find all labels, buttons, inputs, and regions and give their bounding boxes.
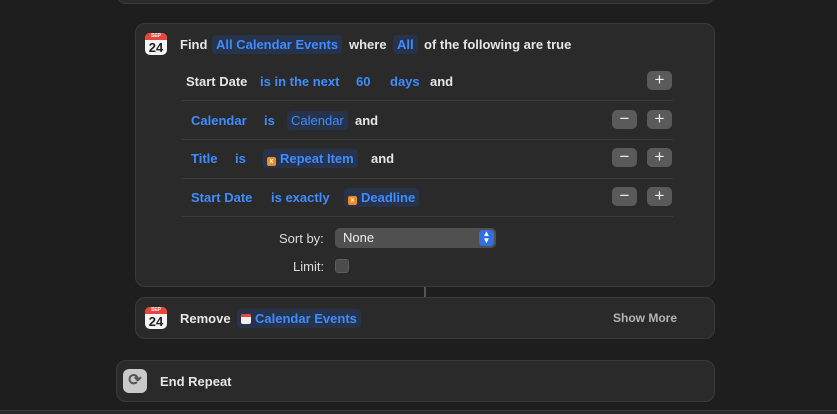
condition-1-joiner: and <box>430 74 454 89</box>
calendar-icon-month: SEP <box>145 33 167 40</box>
end-repeat-label: End Repeat <box>160 374 232 389</box>
limit-checkbox[interactable] <box>335 259 349 273</box>
condition-2-value[interactable]: Calendar <box>287 111 348 130</box>
limit-label: Limit: <box>293 259 325 274</box>
variable-icon: x <box>267 157 276 166</box>
repeat-icon: ⟳ <box>123 369 147 393</box>
match-mode-token[interactable]: All <box>393 35 418 54</box>
condition-2-joiner: and <box>355 113 379 128</box>
condition-2-field[interactable]: Calendar <box>187 111 251 130</box>
remove-target-token[interactable]: Calendar Events <box>237 309 361 328</box>
condition-3-value-text: Repeat Item <box>280 151 354 166</box>
condition-4-remove-button[interactable]: − <box>612 187 637 206</box>
condition-2-add-button[interactable]: + <box>647 110 672 129</box>
condition-divider <box>181 178 673 179</box>
calendar-icon-day: 24 <box>148 40 164 55</box>
calendar-icon-day: 24 <box>148 314 164 329</box>
condition-2-operator[interactable]: is <box>260 111 279 130</box>
condition-4-add-button[interactable]: + <box>647 187 672 206</box>
source-token[interactable]: All Calendar Events <box>212 35 343 54</box>
remove-label: Remove <box>180 311 231 326</box>
condition-1-unit[interactable]: days <box>386 72 424 91</box>
calendar-app-icon: SEP 24 <box>145 33 167 55</box>
previous-action-card <box>116 0 715 4</box>
find-label: Find <box>180 37 208 52</box>
condition-3-operator[interactable]: is <box>231 149 250 168</box>
condition-3-value[interactable]: x Repeat Item <box>263 149 358 168</box>
condition-3-field[interactable]: Title <box>187 149 222 168</box>
sort-by-value: None <box>343 230 375 245</box>
sort-by-select[interactable]: None ▲ ▼ <box>335 228 496 248</box>
condition-1-value[interactable]: 60 <box>352 72 374 91</box>
condition-4-field[interactable]: Start Date <box>187 188 256 207</box>
condition-divider <box>181 216 673 217</box>
condition-4-value-text: Deadline <box>361 190 416 205</box>
where-label: where <box>349 37 387 52</box>
calendar-app-icon: SEP 24 <box>145 307 167 329</box>
match-suffix-label: of the following are true <box>424 37 572 52</box>
chevron-up-down-icon: ▲ ▼ <box>479 230 494 246</box>
condition-1-field[interactable]: Start Date <box>186 74 247 89</box>
condition-3-remove-button[interactable]: − <box>612 148 637 167</box>
condition-1-operator[interactable]: is in the next <box>256 72 343 91</box>
variable-icon: x <box>348 196 357 205</box>
remove-target-text: Calendar Events <box>255 311 357 326</box>
sort-by-label: Sort by: <box>279 231 324 246</box>
calendar-icon <box>241 314 251 324</box>
condition-2-remove-button[interactable]: − <box>612 110 637 129</box>
condition-3-joiner: and <box>371 151 395 166</box>
show-more-button[interactable]: Show More <box>613 311 677 325</box>
next-action-edge <box>0 410 837 414</box>
condition-4-value[interactable]: x Deadline <box>344 188 420 207</box>
condition-4-operator[interactable]: is exactly <box>267 188 334 207</box>
action-connector <box>424 287 426 297</box>
calendar-icon-month: SEP <box>145 307 167 314</box>
condition-1-add-button[interactable]: + <box>647 71 672 90</box>
condition-3-add-button[interactable]: + <box>647 148 672 167</box>
condition-divider <box>181 100 673 101</box>
condition-divider <box>181 139 673 140</box>
